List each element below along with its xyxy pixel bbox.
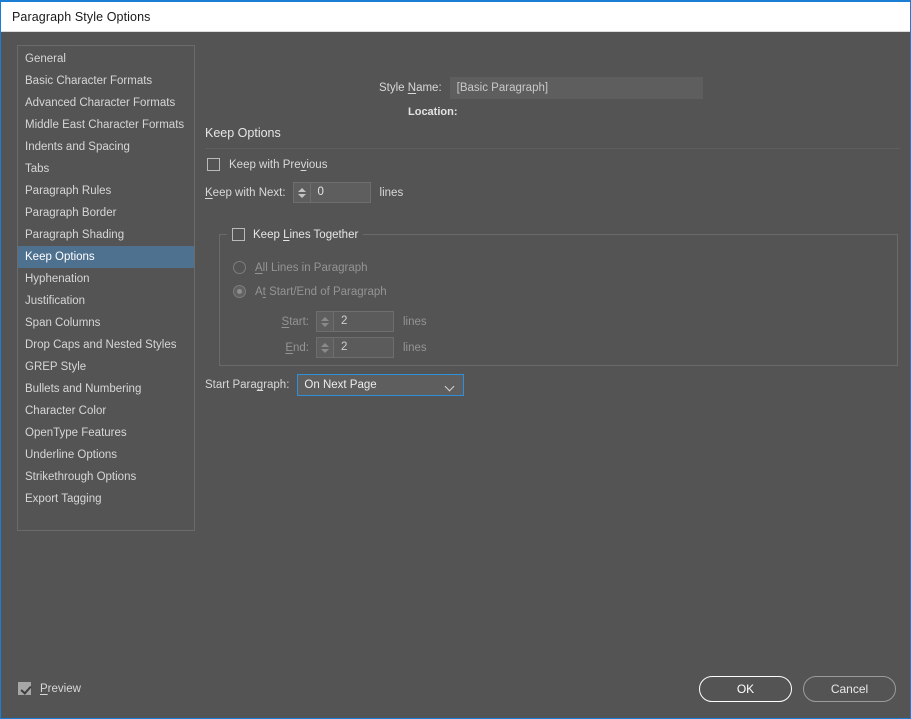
paragraph-style-options-dialog: Paragraph Style Options General Basic Ch… bbox=[0, 0, 911, 719]
ok-button[interactable]: OK bbox=[699, 676, 792, 702]
style-name-row: Style Name: [Basic Paragraph] bbox=[379, 77, 703, 99]
sidebar-item-general[interactable]: General bbox=[18, 48, 194, 70]
dialog-titlebar: Paragraph Style Options bbox=[1, 2, 910, 32]
dialog-buttons: OK Cancel bbox=[699, 676, 896, 702]
style-name-input[interactable]: [Basic Paragraph] bbox=[449, 77, 703, 99]
keep-lines-together-label: Keep Lines Together bbox=[253, 228, 359, 241]
sidebar-item-grep-style[interactable]: GREP Style bbox=[18, 356, 194, 378]
keep-with-previous-checkbox[interactable] bbox=[207, 158, 220, 171]
all-lines-in-paragraph-row[interactable]: All Lines in Paragraph bbox=[233, 261, 368, 274]
start-lines-units: lines bbox=[403, 315, 427, 328]
keep-with-next-stepper[interactable] bbox=[292, 182, 311, 203]
at-start-end-of-paragraph-row[interactable]: At Start/End of Paragraph bbox=[233, 285, 387, 298]
sidebar-item-indents-and-spacing[interactable]: Indents and Spacing bbox=[18, 136, 194, 158]
preview-checkbox[interactable] bbox=[18, 682, 31, 695]
keep-with-previous-label: Keep with Previous bbox=[229, 158, 328, 171]
dialog-body: General Basic Character Formats Advanced… bbox=[1, 32, 910, 718]
category-list[interactable]: General Basic Character Formats Advanced… bbox=[17, 45, 195, 531]
stepper-up-icon[interactable] bbox=[321, 342, 329, 347]
keep-lines-together-checkbox[interactable] bbox=[232, 228, 245, 241]
sidebar-item-underline-options[interactable]: Underline Options bbox=[18, 444, 194, 466]
sidebar-item-paragraph-border[interactable]: Paragraph Border bbox=[18, 202, 194, 224]
sidebar-item-advanced-character-formats[interactable]: Advanced Character Formats bbox=[18, 92, 194, 114]
end-lines-row: End: 2 lines bbox=[266, 337, 427, 358]
start-paragraph-value: On Next Page bbox=[304, 379, 377, 391]
start-lines-input[interactable]: 2 bbox=[334, 311, 394, 332]
sidebar-item-paragraph-shading[interactable]: Paragraph Shading bbox=[18, 224, 194, 246]
preview-row[interactable]: Preview bbox=[18, 682, 81, 695]
all-lines-in-paragraph-radio[interactable] bbox=[233, 261, 246, 274]
cancel-button[interactable]: Cancel bbox=[803, 676, 896, 702]
section-divider bbox=[205, 148, 900, 149]
sidebar-item-drop-caps-and-nested-styles[interactable]: Drop Caps and Nested Styles bbox=[18, 334, 194, 356]
end-lines-units: lines bbox=[403, 341, 427, 354]
start-lines-stepper[interactable] bbox=[316, 311, 334, 332]
end-lines-input[interactable]: 2 bbox=[334, 337, 394, 358]
chevron-down-icon bbox=[446, 383, 454, 388]
end-lines-label: End: bbox=[285, 341, 309, 354]
section-title: Keep Options bbox=[205, 126, 281, 140]
start-paragraph-label: Start Paragraph: bbox=[205, 379, 290, 391]
keep-lines-together-group: Keep Lines Together All Lines in Paragra… bbox=[219, 227, 898, 366]
stepper-down-icon[interactable] bbox=[297, 193, 306, 198]
keep-with-previous-row[interactable]: Keep with Previous bbox=[207, 158, 327, 171]
sidebar-item-basic-character-formats[interactable]: Basic Character Formats bbox=[18, 70, 194, 92]
stepper-down-icon[interactable] bbox=[321, 322, 329, 327]
stepper-up-icon[interactable] bbox=[321, 316, 329, 321]
start-lines-row: Start: 2 lines bbox=[266, 311, 427, 332]
sidebar-item-paragraph-rules[interactable]: Paragraph Rules bbox=[18, 180, 194, 202]
style-name-label: Style Name: bbox=[379, 82, 442, 94]
keep-with-next-row: Keep with Next: 0 lines bbox=[205, 182, 410, 203]
sidebar-item-bullets-and-numbering[interactable]: Bullets and Numbering bbox=[18, 378, 194, 400]
keep-with-next-label: Keep with Next: bbox=[205, 186, 286, 199]
sidebar-item-middle-east-character-formats[interactable]: Middle East Character Formats bbox=[18, 114, 194, 136]
sidebar-item-strikethrough-options[interactable]: Strikethrough Options bbox=[18, 466, 194, 488]
sidebar-item-opentype-features[interactable]: OpenType Features bbox=[18, 422, 194, 444]
end-lines-stepper[interactable] bbox=[316, 337, 334, 358]
sidebar-item-character-color[interactable]: Character Color bbox=[18, 400, 194, 422]
keep-lines-together-legend[interactable]: Keep Lines Together bbox=[227, 227, 364, 242]
options-pane: Style Name: [Basic Paragraph] Location: … bbox=[201, 32, 900, 718]
sidebar-item-tabs[interactable]: Tabs bbox=[18, 158, 194, 180]
sidebar-item-span-columns[interactable]: Span Columns bbox=[18, 312, 194, 334]
sidebar-item-hyphenation[interactable]: Hyphenation bbox=[18, 268, 194, 290]
keep-with-next-units: lines bbox=[379, 186, 404, 199]
sidebar-item-keep-options[interactable]: Keep Options bbox=[18, 246, 194, 268]
sidebar-item-export-tagging[interactable]: Export Tagging bbox=[18, 488, 194, 510]
dialog-title: Paragraph Style Options bbox=[12, 9, 151, 24]
stepper-down-icon[interactable] bbox=[321, 348, 329, 353]
location-label: Location: bbox=[408, 106, 458, 118]
start-paragraph-row: Start Paragraph: On Next Page bbox=[205, 374, 465, 396]
all-lines-in-paragraph-label: All Lines in Paragraph bbox=[255, 261, 368, 274]
sidebar-item-justification[interactable]: Justification bbox=[18, 290, 194, 312]
start-lines-label: Start: bbox=[281, 315, 309, 328]
start-paragraph-select[interactable]: On Next Page bbox=[297, 374, 465, 396]
stepper-up-icon[interactable] bbox=[297, 187, 306, 192]
at-start-end-of-paragraph-radio[interactable] bbox=[233, 285, 246, 298]
preview-label: Preview bbox=[40, 682, 81, 695]
keep-with-next-input[interactable]: 0 bbox=[310, 182, 371, 203]
at-start-end-of-paragraph-label: At Start/End of Paragraph bbox=[255, 285, 387, 298]
